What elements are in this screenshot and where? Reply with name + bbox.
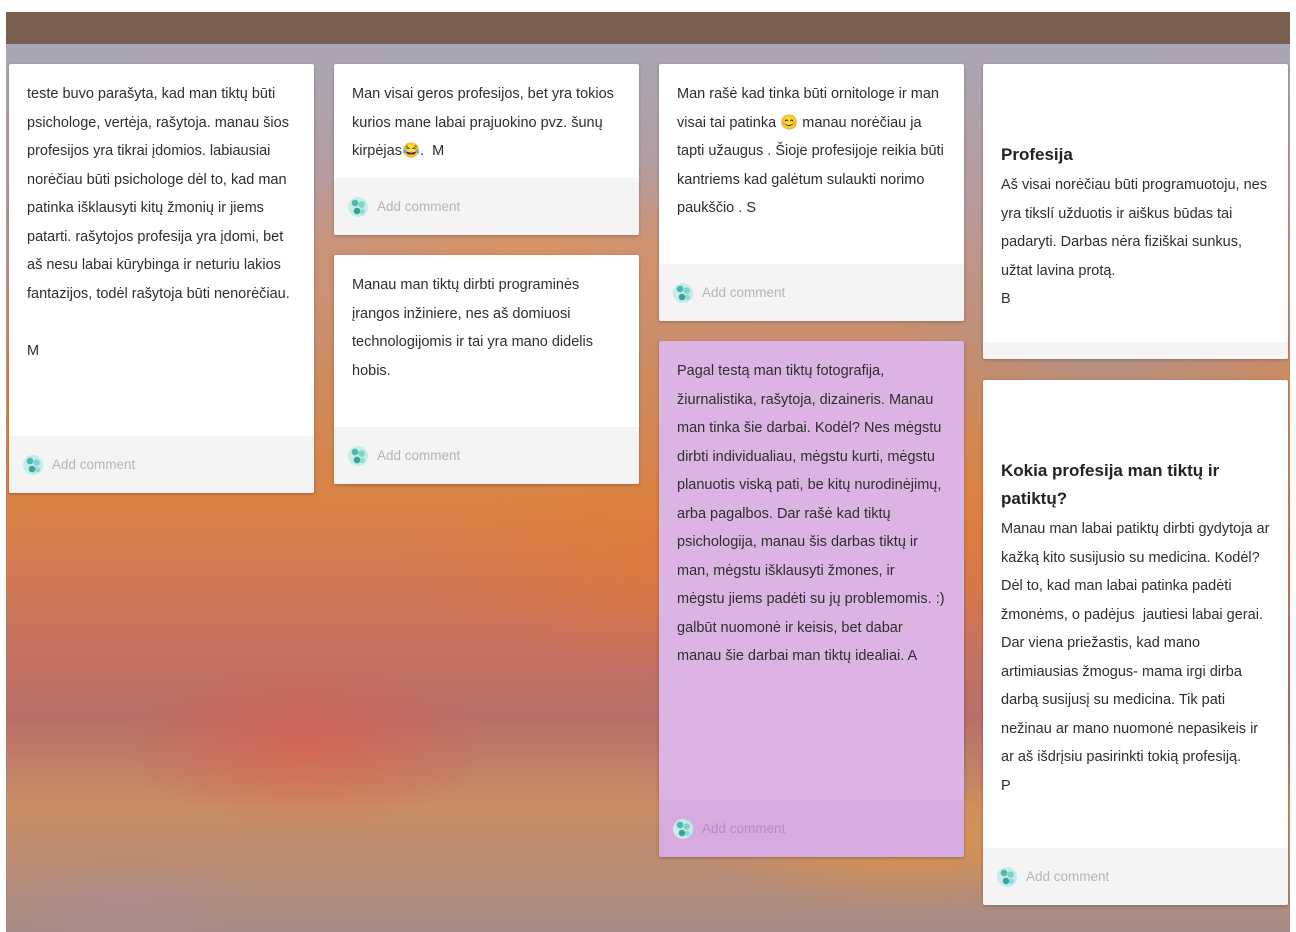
avatar-icon: [23, 454, 43, 475]
post-body: Manau man labai patiktų dirbti gydytoja …: [1001, 521, 1270, 794]
comment-bar[interactable]: Add comment: [983, 848, 1288, 905]
add-comment-input[interactable]: Add comment: [702, 821, 785, 836]
comment-bar[interactable]: Add comment: [334, 427, 639, 484]
post-card[interactable]: Kokia profesija man tiktų ir patiktų? Man…: [983, 380, 1288, 905]
comment-bar[interactable]: Add comment: [659, 800, 964, 857]
post-card[interactable]: Man visai geros profesijos, bet yra toki…: [334, 64, 639, 235]
avatar-icon: [348, 196, 368, 217]
avatar-icon: [997, 866, 1017, 887]
post-body: Man visai geros profesijos, bet yra toki…: [352, 86, 618, 159]
add-comment-input[interactable]: Add comment: [377, 448, 460, 463]
post-content: Kokia profesija man tiktų ir patiktų? Man…: [983, 380, 1288, 848]
comment-bar[interactable]: Add comment: [659, 264, 964, 321]
post-body: Man rašė kad tinka būti ornitologe ir ma…: [677, 86, 948, 216]
avatar-icon: [348, 445, 368, 466]
post-content: Profesija Aš visai norėčiau būti programu…: [983, 64, 1288, 342]
post-title: Kokia profesija man tiktų ir patiktų?: [1001, 461, 1224, 508]
post-card[interactable]: Profesija Aš visai norėčiau būti programu…: [983, 64, 1288, 359]
comment-bar[interactable]: Add comment: [9, 436, 314, 493]
comment-bar[interactable]: Add comment: [334, 178, 639, 235]
post-card[interactable]: teste buvo parašyta, kad man tiktų būti …: [9, 64, 314, 493]
post-card[interactable]: Pagal testą man tiktų fotografija, žiurn…: [659, 341, 964, 857]
post-body: Pagal testą man tiktų fotografija, žiurn…: [677, 363, 949, 664]
post-title: Profesija: [1001, 145, 1073, 164]
comment-bar[interactable]: Add comment: [983, 342, 1288, 359]
post-body: Manau man tiktų dirbti programinės įrang…: [352, 277, 598, 379]
top-bar: [6, 12, 1290, 44]
page-frame: [0, 0, 1296, 12]
post-card[interactable]: Man rašė kad tinka būti ornitologe ir ma…: [659, 64, 964, 321]
post-body: Aš visai norėčiau būti programuotoju, ne…: [1001, 177, 1267, 307]
post-body: teste buvo parašyta, kad man tiktų būti …: [27, 86, 290, 359]
avatar-icon: [673, 818, 693, 839]
add-comment-input[interactable]: Add comment: [1026, 869, 1109, 884]
add-comment-input[interactable]: Add comment: [52, 457, 135, 472]
add-comment-input[interactable]: Add comment: [377, 199, 460, 214]
post-card[interactable]: Manau man tiktų dirbti programinės įrang…: [334, 255, 639, 484]
add-comment-input[interactable]: Add comment: [702, 285, 785, 300]
avatar-icon: [673, 282, 693, 303]
